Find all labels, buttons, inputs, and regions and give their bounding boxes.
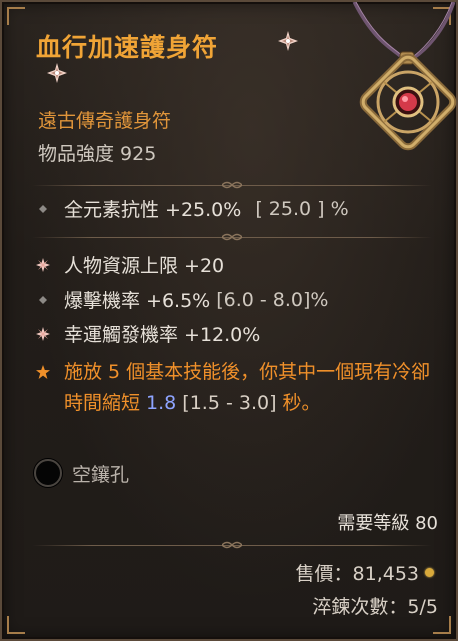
affix-text: 爆擊機率 +6.5% <box>64 290 211 312</box>
implicit-range: [ 25.0 ] % <box>255 197 349 220</box>
item-power: 物品強度 925 <box>38 143 157 165</box>
legendary-affix: 施放 5 個基本技能後，你其中一個現有冷卻時間縮短 1.8 [1.5 - 3.0… <box>36 357 436 419</box>
star-burst-icon <box>36 326 50 341</box>
sell-label: 售價：81,453 <box>295 563 419 585</box>
star-burst-icon <box>36 257 50 272</box>
gold-coin-icon <box>425 568 434 577</box>
affix-text: 人物資源上限 +20 <box>64 255 225 277</box>
amulet-icon <box>352 2 457 151</box>
section-divider <box>32 232 432 244</box>
item-type: 遠古傳奇護身符 <box>38 110 172 132</box>
diamond-icon <box>39 204 47 213</box>
implicit-affix: 全元素抗性 +25.0% [ 25.0 ] % <box>36 195 349 222</box>
empty-socket-icon <box>34 459 62 487</box>
legendary-value: 1.8 <box>146 392 177 414</box>
affix-row: 幸運觸發機率 +12.0% <box>36 320 260 347</box>
item-name: 血行加速護身符 <box>36 33 219 62</box>
corner-ornament <box>7 7 25 25</box>
socket-label: 空鑲孔 <box>72 463 130 486</box>
section-divider <box>32 180 432 192</box>
empty-socket: 空鑲孔 <box>34 459 129 487</box>
diamond-icon <box>39 295 47 304</box>
affix-row: 人物資源上限 +20 <box>36 251 224 278</box>
required-level: 需要等級 80 <box>337 513 438 534</box>
corner-ornament <box>7 616 25 634</box>
ancestral-sigil-icon <box>47 63 67 83</box>
star-icon <box>36 365 50 379</box>
item-tooltip: 血行加速護身符 遠古傳奇護身符 物品強度 925 全元素抗性 +25.0% [… <box>0 0 458 641</box>
ancestral-sigil-icon <box>278 31 298 51</box>
legendary-range: [1.5 - 3.0] <box>176 392 277 414</box>
legendary-text-end: 秒。 <box>276 392 321 414</box>
implicit-text: 全元素抗性 +25.0% <box>64 199 242 221</box>
affix-row: 爆擊機率 +6.5% [6.0 - 8.0]% <box>36 286 328 313</box>
section-divider <box>32 540 432 552</box>
affix-text: 幸運觸發機率 +12.0% <box>64 324 261 346</box>
temper-count: 淬鍊次數：5/5 <box>312 596 438 618</box>
sell-value: 售價：81,453 <box>296 559 434 586</box>
affix-range: [6.0 - 8.0]% <box>216 288 329 311</box>
